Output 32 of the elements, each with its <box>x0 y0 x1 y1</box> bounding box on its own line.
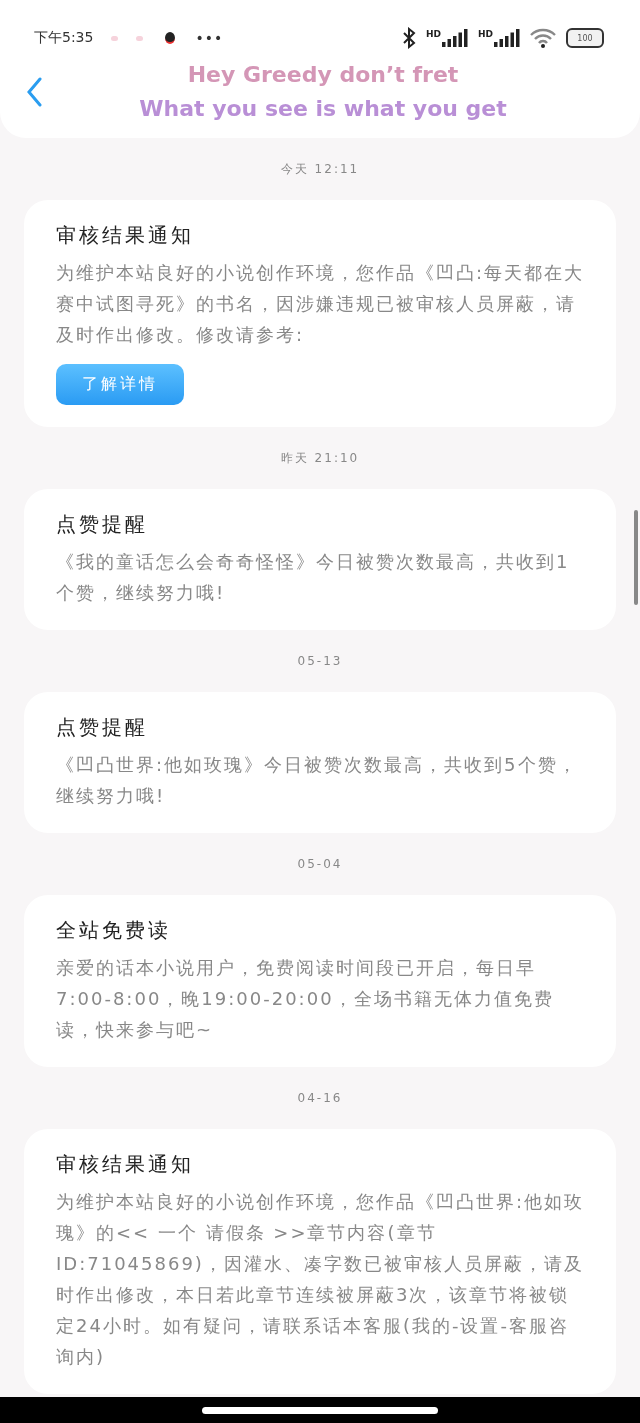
message-body: 《凹凸世界:他如玫瑰》今日被赞次数最高，共收到5个赞，继续努力哦! <box>56 753 579 808</box>
message-title: 点赞提醒 <box>56 511 149 538</box>
notification-icon <box>136 35 144 41</box>
header-title: Hey Greedy don’t fret <box>186 61 460 89</box>
message-title: 审核结果通知 <box>56 1151 195 1178</box>
message-date: 今天 12:11 <box>279 161 361 178</box>
signal-icon <box>442 29 468 47</box>
message-body: 亲爱的话本小说用户，免费阅读时间段已开启，每日早7:00-8:00，晚19:00-20:00，全场书籍无体力值免费读，快来参与吧~ <box>56 956 555 1042</box>
details-button[interactable]: 了解详情 <box>56 364 184 405</box>
battery-indicator: 100 <box>566 28 604 48</box>
message-date: 05-04 <box>296 856 344 873</box>
bluetooth-icon <box>401 27 416 49</box>
more-notifications: ••• <box>195 30 224 46</box>
status-time: 下午5:35 <box>34 29 94 47</box>
wifi-icon <box>530 28 556 48</box>
message-body: 为维护本站良好的小说创作环境，您作品《凹凸世界:他如玫瑰》的<< 一个 请假条 >>章节内容(章节ID:71045869)，因灌水、凑字数已被审核人员屏蔽，请及时作出修改，本日若此章节连续被屏蔽3次，该章节将被锁定24小时。如有疑问，请联系话本客服(我的-设置-客服咨询内) <box>56 1190 586 1369</box>
message-date: 05-13 <box>296 653 344 670</box>
message-title: 点赞提醒 <box>56 714 149 741</box>
message-body: 《我的童话怎么会奇奇怪怪》今日被赞次数最高，共收到1个赞，继续努力哦! <box>56 550 571 605</box>
network-label: HD <box>425 29 441 39</box>
network-label: HD <box>478 29 493 39</box>
back-icon[interactable] <box>26 77 42 107</box>
message-date: 昨天 21:10 <box>279 450 361 467</box>
app-icon <box>165 32 176 44</box>
message-body: 为维护本站良好的小说创作环境，您作品《凹凸:每天都在大赛中试图寻死》的书名，因涉嫌违规已被审核人员屏蔽，请及时作出修改。修改请参考: <box>56 261 586 347</box>
message-title: 审核结果通知 <box>56 222 195 249</box>
home-indicator[interactable] <box>202 1406 438 1414</box>
signal-icon <box>494 29 520 47</box>
notification-icon <box>111 35 119 41</box>
header-title: What you see is what you get <box>138 95 508 123</box>
message-date: 04-16 <box>296 1090 344 1107</box>
message-title: 全站免费读 <box>56 917 172 944</box>
